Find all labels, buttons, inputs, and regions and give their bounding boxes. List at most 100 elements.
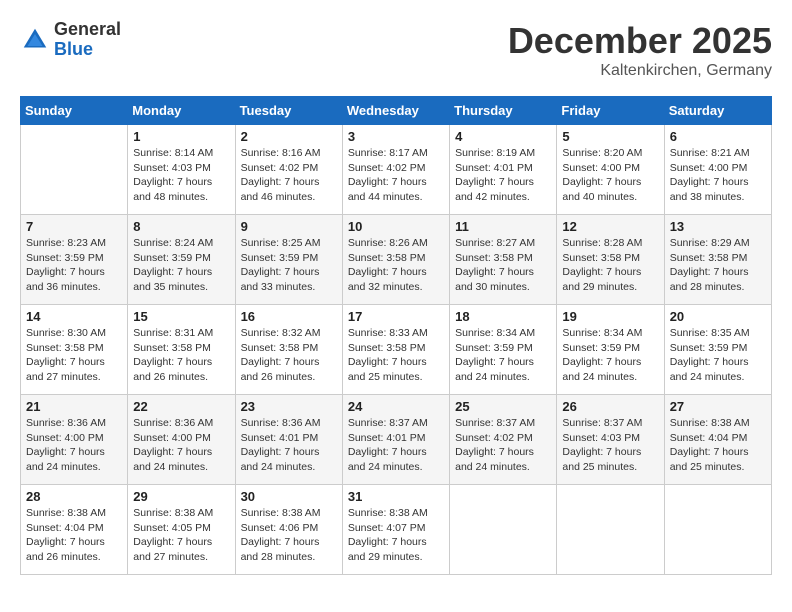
- day-info: Sunrise: 8:38 AMSunset: 4:07 PMDaylight:…: [348, 506, 444, 565]
- calendar-cell: 23 Sunrise: 8:36 AMSunset: 4:01 PMDayligh…: [235, 395, 342, 485]
- day-info: Sunrise: 8:35 AMSunset: 3:59 PMDaylight:…: [670, 326, 766, 385]
- logo: General Blue: [20, 20, 121, 60]
- day-number: 28: [26, 489, 122, 504]
- week-row-3: 21 Sunrise: 8:36 AMSunset: 4:00 PMDayligh…: [21, 395, 772, 485]
- day-info: Sunrise: 8:34 AMSunset: 3:59 PMDaylight:…: [455, 326, 551, 385]
- day-info: Sunrise: 8:37 AMSunset: 4:02 PMDaylight:…: [455, 416, 551, 475]
- day-info: Sunrise: 8:36 AMSunset: 4:00 PMDaylight:…: [133, 416, 229, 475]
- day-number: 25: [455, 399, 551, 414]
- week-row-4: 28 Sunrise: 8:38 AMSunset: 4:04 PMDayligh…: [21, 485, 772, 575]
- calendar-cell: 7Sunrise: 8:23 AMSunset: 3:59 PMDaylight…: [21, 215, 128, 305]
- header-day-saturday: Saturday: [664, 97, 771, 125]
- day-number: 21: [26, 399, 122, 414]
- calendar-cell: 4 Sunrise: 8:19 AMSunset: 4:01 PMDaylight…: [450, 125, 557, 215]
- calendar-cell: 29 Sunrise: 8:38 AMSunset: 4:05 PMDayligh…: [128, 485, 235, 575]
- calendar-cell: 17 Sunrise: 8:33 AMSunset: 3:58 PMDayligh…: [342, 305, 449, 395]
- day-info: Sunrise: 8:25 AMSunset: 3:59 PMDaylight:…: [241, 236, 337, 295]
- day-number: 23: [241, 399, 337, 414]
- calendar-table: SundayMondayTuesdayWednesdayThursdayFrid…: [20, 96, 772, 575]
- day-number: 19: [562, 309, 658, 324]
- day-number: 11: [455, 219, 551, 234]
- header-day-thursday: Thursday: [450, 97, 557, 125]
- day-info: Sunrise: 8:33 AMSunset: 3:58 PMDaylight:…: [348, 326, 444, 385]
- day-info: Sunrise: 8:36 AMSunset: 4:00 PMDaylight:…: [26, 416, 122, 475]
- day-info: Sunrise: 8:24 AMSunset: 3:59 PMDaylight:…: [133, 236, 229, 295]
- logo-blue-label: Blue: [54, 40, 121, 60]
- calendar-cell: 26 Sunrise: 8:37 AMSunset: 4:03 PMDayligh…: [557, 395, 664, 485]
- day-number: 29: [133, 489, 229, 504]
- header-day-tuesday: Tuesday: [235, 97, 342, 125]
- day-info: Sunrise: 8:38 AMSunset: 4:05 PMDaylight:…: [133, 506, 229, 565]
- logo-icon: [20, 25, 50, 55]
- header-day-wednesday: Wednesday: [342, 97, 449, 125]
- day-info: Sunrise: 8:17 AMSunset: 4:02 PMDaylight:…: [348, 146, 444, 205]
- day-info: Sunrise: 8:26 AMSunset: 3:58 PMDaylight:…: [348, 236, 444, 295]
- week-row-2: 14Sunrise: 8:30 AMSunset: 3:58 PMDayligh…: [21, 305, 772, 395]
- day-info: Sunrise: 8:37 AMSunset: 4:01 PMDaylight:…: [348, 416, 444, 475]
- calendar-cell: 22Sunrise: 8:36 AMSunset: 4:00 PMDayligh…: [128, 395, 235, 485]
- day-number: 26: [562, 399, 658, 414]
- calendar-cell: 14Sunrise: 8:30 AMSunset: 3:58 PMDayligh…: [21, 305, 128, 395]
- day-number: 8: [133, 219, 229, 234]
- calendar-body: 1Sunrise: 8:14 AMSunset: 4:03 PMDaylight…: [21, 125, 772, 575]
- day-info: Sunrise: 8:31 AMSunset: 3:58 PMDaylight:…: [133, 326, 229, 385]
- day-number: 9: [241, 219, 337, 234]
- day-info: Sunrise: 8:29 AMSunset: 3:58 PMDaylight:…: [670, 236, 766, 295]
- day-info: Sunrise: 8:20 AMSunset: 4:00 PMDaylight:…: [562, 146, 658, 205]
- calendar-cell: 10 Sunrise: 8:26 AMSunset: 3:58 PMDayligh…: [342, 215, 449, 305]
- calendar-cell: 25 Sunrise: 8:37 AMSunset: 4:02 PMDayligh…: [450, 395, 557, 485]
- day-number: 1: [133, 129, 229, 144]
- day-info: Sunrise: 8:37 AMSunset: 4:03 PMDaylight:…: [562, 416, 658, 475]
- calendar-cell: [450, 485, 557, 575]
- calendar-cell: 20 Sunrise: 8:35 AMSunset: 3:59 PMDayligh…: [664, 305, 771, 395]
- day-number: 2: [241, 129, 337, 144]
- day-info: Sunrise: 8:38 AMSunset: 4:04 PMDaylight:…: [670, 416, 766, 475]
- calendar-header: SundayMondayTuesdayWednesdayThursdayFrid…: [21, 97, 772, 125]
- calendar-cell: 12 Sunrise: 8:28 AMSunset: 3:58 PMDayligh…: [557, 215, 664, 305]
- day-info: Sunrise: 8:38 AMSunset: 4:06 PMDaylight:…: [241, 506, 337, 565]
- day-info: Sunrise: 8:16 AMSunset: 4:02 PMDaylight:…: [241, 146, 337, 205]
- day-number: 24: [348, 399, 444, 414]
- day-number: 16: [241, 309, 337, 324]
- calendar-cell: [664, 485, 771, 575]
- day-info: Sunrise: 8:28 AMSunset: 3:58 PMDaylight:…: [562, 236, 658, 295]
- calendar-cell: 1Sunrise: 8:14 AMSunset: 4:03 PMDaylight…: [128, 125, 235, 215]
- day-number: 6: [670, 129, 766, 144]
- day-number: 14: [26, 309, 122, 324]
- day-info: Sunrise: 8:36 AMSunset: 4:01 PMDaylight:…: [241, 416, 337, 475]
- day-number: 15: [133, 309, 229, 324]
- day-number: 5: [562, 129, 658, 144]
- day-info: Sunrise: 8:21 AMSunset: 4:00 PMDaylight:…: [670, 146, 766, 205]
- day-info: Sunrise: 8:32 AMSunset: 3:58 PMDaylight:…: [241, 326, 337, 385]
- calendar-cell: 5 Sunrise: 8:20 AMSunset: 4:00 PMDaylight…: [557, 125, 664, 215]
- day-number: 17: [348, 309, 444, 324]
- calendar-cell: 28 Sunrise: 8:38 AMSunset: 4:04 PMDayligh…: [21, 485, 128, 575]
- title-section: December 2025 Kaltenkirchen, Germany: [508, 20, 772, 80]
- calendar-cell: [557, 485, 664, 575]
- day-number: 31: [348, 489, 444, 504]
- day-number: 12: [562, 219, 658, 234]
- day-info: Sunrise: 8:19 AMSunset: 4:01 PMDaylight:…: [455, 146, 551, 205]
- day-number: 7: [26, 219, 122, 234]
- calendar-cell: [21, 125, 128, 215]
- calendar-cell: 13 Sunrise: 8:29 AMSunset: 3:58 PMDayligh…: [664, 215, 771, 305]
- calendar-cell: 21 Sunrise: 8:36 AMSunset: 4:00 PMDayligh…: [21, 395, 128, 485]
- calendar-cell: 19 Sunrise: 8:34 AMSunset: 3:59 PMDayligh…: [557, 305, 664, 395]
- calendar-cell: 6 Sunrise: 8:21 AMSunset: 4:00 PMDaylight…: [664, 125, 771, 215]
- calendar-cell: 18Sunrise: 8:34 AMSunset: 3:59 PMDayligh…: [450, 305, 557, 395]
- day-number: 13: [670, 219, 766, 234]
- week-row-0: 1Sunrise: 8:14 AMSunset: 4:03 PMDaylight…: [21, 125, 772, 215]
- day-info: Sunrise: 8:34 AMSunset: 3:59 PMDaylight:…: [562, 326, 658, 385]
- day-number: 20: [670, 309, 766, 324]
- header-day-friday: Friday: [557, 97, 664, 125]
- calendar-cell: 15 Sunrise: 8:31 AMSunset: 3:58 PMDayligh…: [128, 305, 235, 395]
- calendar-cell: 2 Sunrise: 8:16 AMSunset: 4:02 PMDaylight…: [235, 125, 342, 215]
- day-info: Sunrise: 8:38 AMSunset: 4:04 PMDaylight:…: [26, 506, 122, 565]
- day-number: 10: [348, 219, 444, 234]
- week-row-1: 7Sunrise: 8:23 AMSunset: 3:59 PMDaylight…: [21, 215, 772, 305]
- header-day-monday: Monday: [128, 97, 235, 125]
- calendar-cell: 27Sunrise: 8:38 AMSunset: 4:04 PMDayligh…: [664, 395, 771, 485]
- month-title: December 2025: [508, 20, 772, 62]
- day-number: 4: [455, 129, 551, 144]
- calendar-cell: 8 Sunrise: 8:24 AMSunset: 3:59 PMDaylight…: [128, 215, 235, 305]
